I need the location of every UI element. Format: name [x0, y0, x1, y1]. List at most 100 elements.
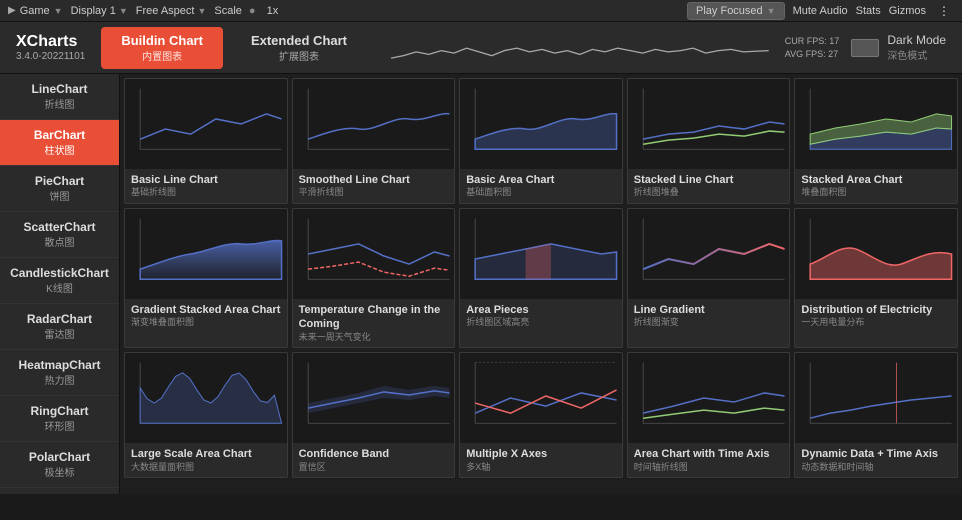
- sidebar-item-heatmapchart[interactable]: HeatmapChart热力图: [0, 350, 119, 396]
- sidebar-item-candlestickchart[interactable]: CandlestickChartK线图: [0, 258, 119, 304]
- sidebar-en: PieChart: [10, 174, 109, 188]
- fps-graph: [391, 33, 769, 63]
- sidebar-item-radarchart[interactable]: RadarChart雷达图: [0, 304, 119, 350]
- chart-card-time_axis[interactable]: Area Chart with Time Axis时间轴折线图: [627, 352, 791, 478]
- sidebar-item-parallelchart[interactable]: ParallelChart平行坐标: [0, 488, 119, 494]
- scale-label: Scale: [214, 5, 242, 17]
- tab-buildin[interactable]: Buildin Chart 内置图表: [101, 27, 223, 69]
- chart-card-multi_x[interactable]: Multiple X Axes多X轴: [459, 352, 623, 478]
- chart-info-electricity: Distribution of Electricity一天用电量分布: [795, 299, 957, 333]
- sidebar-zh: 环形图: [10, 418, 109, 433]
- play-focused-button[interactable]: Play Focused ▼: [687, 2, 785, 20]
- chart-zh: 折线图区域高亮: [466, 317, 616, 329]
- chart-preview-dynamic: [795, 353, 957, 443]
- sidebar-en: LineChart: [10, 82, 109, 96]
- tab-extended-sublabel: 扩展图表: [251, 48, 347, 63]
- display-dropdown[interactable]: Display 1 ▼: [71, 5, 128, 17]
- chart-card-area_gradient[interactable]: Gradient Stacked Area Chart渐变堆叠面积图: [124, 208, 288, 348]
- dark-mode-text: Dark Mode 深色模式: [887, 33, 946, 62]
- sidebar-item-barchart[interactable]: BarChart柱状图: [0, 120, 119, 166]
- chart-preview-line_basic: [125, 79, 287, 169]
- sidebar-en: CandlestickChart: [10, 266, 109, 280]
- sidebar-item-polarchart[interactable]: PolarChart极坐标: [0, 442, 119, 488]
- tab-extended[interactable]: Extended Chart 扩展图表: [231, 27, 367, 69]
- chart-card-line_gradient[interactable]: Line Gradient折线图渐变: [627, 208, 791, 348]
- top-bar: ▶ Game ▼ Display 1 ▼ Free Aspect ▼ Scale…: [0, 0, 962, 22]
- chart-zh: 大数据量面积图: [131, 462, 281, 474]
- chart-card-dynamic[interactable]: Dynamic Data + Time Axis动态数据和时间轴: [794, 352, 958, 478]
- sidebar-zh: 折线图: [10, 96, 109, 111]
- aspect-dropdown[interactable]: Free Aspect ▼: [136, 5, 207, 17]
- chart-card-area_stack[interactable]: Stacked Area Chart堆叠面积图: [794, 78, 958, 204]
- chart-preview-electricity: [795, 209, 957, 299]
- chart-info-area_gradient: Gradient Stacked Area Chart渐变堆叠面积图: [125, 299, 287, 333]
- chart-en: Distribution of Electricity: [801, 303, 951, 317]
- chart-en: Area Chart with Time Axis: [634, 447, 784, 461]
- chart-en: Gradient Stacked Area Chart: [131, 303, 281, 317]
- chart-preview-large_area: [125, 353, 287, 443]
- play-focused-arrow: ▼: [767, 6, 776, 16]
- aspect-label: Free Aspect: [136, 5, 195, 17]
- chart-card-area_basic[interactable]: Basic Area Chart基础面积图: [459, 78, 623, 204]
- chart-zh: 基础折线图: [131, 187, 281, 199]
- chart-card-large_area[interactable]: Large Scale Area Chart大数据量面积图: [124, 352, 288, 478]
- chart-card-line_basic[interactable]: Basic Line Chart基础折线图: [124, 78, 288, 204]
- sidebar-zh: 饼图: [10, 188, 109, 203]
- chart-card-area_pieces[interactable]: Area Pieces折线图区域高亮: [459, 208, 623, 348]
- chart-zh: 多X轴: [466, 462, 616, 474]
- mute-audio-button[interactable]: Mute Audio: [793, 5, 848, 17]
- chart-card-temp[interactable]: Temperature Change in the Coming未来一周天气变化: [292, 208, 456, 348]
- display-label: Display 1: [71, 5, 116, 17]
- chart-zh: 置信区: [299, 462, 449, 474]
- chart-en: Stacked Line Chart: [634, 173, 784, 187]
- play-focused-label: Play Focused: [696, 5, 763, 17]
- sidebar-en: HeatmapChart: [10, 358, 109, 372]
- tab-buildin-sublabel: 内置图表: [121, 48, 203, 63]
- sidebar-item-piechart[interactable]: PieChart饼图: [0, 166, 119, 212]
- chart-zh: 折线图堆叠: [634, 187, 784, 199]
- scale-value: 1x: [267, 5, 279, 17]
- brand-title: XCharts: [16, 33, 85, 51]
- chart-card-line_smooth[interactable]: Smoothed Line Chart平滑折线图: [292, 78, 456, 204]
- app-header: XCharts 3.4.0-20221101 Buildin Chart 内置图…: [0, 22, 962, 74]
- chart-zh: 动态数据和时间轴: [801, 462, 951, 474]
- chart-info-area_basic: Basic Area Chart基础面积图: [460, 169, 622, 203]
- chart-zh: 时间轴折线图: [634, 462, 784, 474]
- chart-card-line_stack[interactable]: Stacked Line Chart折线图堆叠: [627, 78, 791, 204]
- sidebar-zh: 极坐标: [10, 464, 109, 479]
- chart-zh: 堆叠面积图: [801, 187, 951, 199]
- game-menu[interactable]: ▶ Game ▼: [8, 5, 63, 17]
- chart-en: Confidence Band: [299, 447, 449, 461]
- stats-button[interactable]: Stats: [856, 5, 881, 17]
- sidebar-item-scatterchart[interactable]: ScatterChart散点图: [0, 212, 119, 258]
- stats-label: Stats: [856, 5, 881, 17]
- chart-zh: 基础面积图: [466, 187, 616, 199]
- chart-preview-confidence: [293, 353, 455, 443]
- more-options-button[interactable]: ⋮: [934, 4, 954, 18]
- dark-mode-toggle[interactable]: Dark Mode 深色模式: [851, 33, 946, 62]
- sidebar-zh: 散点图: [10, 234, 109, 249]
- chart-card-confidence[interactable]: Confidence Band置信区: [292, 352, 456, 478]
- sidebar-item-ringchart[interactable]: RingChart环形图: [0, 396, 119, 442]
- chart-en: Multiple X Axes: [466, 447, 616, 461]
- sidebar-zh: K线图: [10, 280, 109, 295]
- sidebar-en: RadarChart: [10, 312, 109, 326]
- game-dropdown-arrow: ▼: [54, 6, 63, 16]
- gizmos-button[interactable]: Gizmos: [889, 5, 926, 17]
- chart-preview-line_stack: [628, 79, 790, 169]
- sidebar-item-linechart[interactable]: LineChart折线图: [0, 74, 119, 120]
- tab-extended-label: Extended Chart: [251, 33, 347, 48]
- chart-info-large_area: Large Scale Area Chart大数据量面积图: [125, 443, 287, 477]
- mute-label: Mute Audio: [793, 5, 848, 17]
- chart-card-electricity[interactable]: Distribution of Electricity一天用电量分布: [794, 208, 958, 348]
- brand-subtitle: 3.4.0-20221101: [16, 51, 85, 62]
- chart-en: Dynamic Data + Time Axis: [801, 447, 951, 461]
- game-label: Game: [20, 5, 50, 17]
- sidebar-en: ScatterChart: [10, 220, 109, 234]
- fps-display: CUR FPS: 17 AVG FPS: 27: [785, 35, 840, 60]
- chart-info-line_gradient: Line Gradient折线图渐变: [628, 299, 790, 333]
- chart-grid: Basic Line Chart基础折线图 Smoothed Line Char…: [120, 74, 962, 494]
- chart-info-dynamic: Dynamic Data + Time Axis动态数据和时间轴: [795, 443, 957, 477]
- dark-mode-checkbox[interactable]: [851, 39, 879, 57]
- chart-preview-area_pieces: [460, 209, 622, 299]
